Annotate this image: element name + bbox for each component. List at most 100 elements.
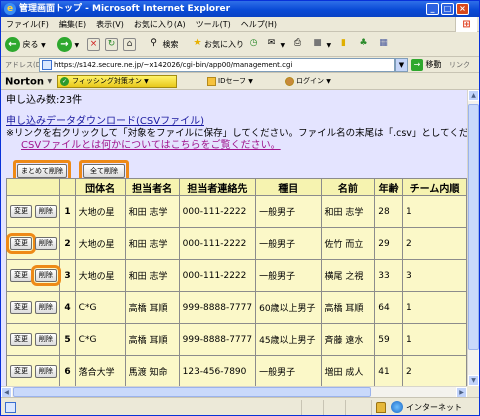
norton-logo[interactable]: Norton ▼	[5, 75, 52, 88]
contact-name-cell: 馬渡 知命	[124, 355, 180, 386]
history-button[interactable]: ◷	[247, 36, 260, 53]
discuss-button[interactable]: ▮	[337, 36, 350, 53]
edit-button[interactable]: 変更	[10, 205, 32, 218]
go-arrow-icon: →	[411, 58, 423, 71]
favorites-button[interactable]: ★ お気に入り	[191, 36, 244, 53]
menu-help[interactable]: ヘルプ(H)	[236, 17, 282, 32]
phone-cell: 999-8888-7777	[178, 323, 257, 356]
row-actions: 変更 削除	[5, 195, 61, 228]
order-cell: 1	[402, 195, 467, 228]
table-row: 変更 削除 6 落合大学 馬渡 知命 123-456-7890 一般男子 増田 …	[5, 355, 467, 386]
go-button[interactable]: → 移動	[411, 58, 442, 72]
application-count: 申し込み数:23件	[6, 95, 83, 106]
phishing-toggle[interactable]: ✓ フィッシング対策オン ▼	[57, 75, 177, 88]
phone-cell: 000-111-2222	[178, 259, 257, 292]
address-bar: アドレス(D) https://s142.secure.ne.jp/~x1420…	[1, 57, 479, 73]
research-button[interactable]: ▦	[377, 36, 390, 53]
age-cell: 59	[374, 323, 404, 356]
norton-dropdown-icon: ▼	[47, 78, 53, 85]
vertical-scrollbar[interactable]: ▲ ▼	[467, 90, 479, 386]
page-status-icon	[5, 402, 16, 413]
name-cell: 和田 志学	[320, 195, 376, 228]
horizontal-scrollbar[interactable]: ◀ ▶	[1, 386, 467, 398]
address-dropdown-icon[interactable]: ▼	[395, 58, 408, 72]
age-cell: 33	[374, 259, 404, 292]
edit-button[interactable]: ■ ▼	[311, 36, 331, 53]
maximize-button[interactable]: □	[441, 3, 454, 15]
stop-button[interactable]: ×	[87, 36, 100, 53]
name-cell: 増田 成人	[320, 355, 376, 386]
research-icon: ▦	[379, 38, 388, 48]
menu-file[interactable]: ファイル(F)	[1, 17, 54, 32]
toolbar: ← 戻る ▼ → ▼ × ↻ ⌂ ⚲ 検索 ★ お気に入り ◷ ✉ ▼ ⎙ ■ ▼…	[1, 32, 479, 57]
links-button[interactable]: リンク	[449, 58, 470, 72]
scroll-down-icon[interactable]: ▼	[468, 375, 479, 386]
name-cell: 佐竹 而立	[320, 227, 376, 260]
horizontal-scroll-thumb[interactable]	[13, 387, 371, 397]
edit-button[interactable]: 変更	[10, 269, 32, 282]
note-icon: ▮	[341, 38, 346, 48]
delete-button[interactable]: 削除	[34, 237, 57, 250]
print-button[interactable]: ⎙	[291, 36, 304, 53]
delete-button[interactable]: 削除	[34, 333, 57, 346]
delete-button[interactable]: 削除	[30, 265, 61, 286]
back-button[interactable]: ← 戻る ▼	[5, 36, 46, 53]
windows-logo-icon: ⊞	[455, 17, 477, 32]
browser-window: e 管理画面トップ - Microsoft Internet Explorer …	[0, 0, 480, 416]
edit-button[interactable]: 変更	[10, 365, 32, 378]
lock-icon	[376, 402, 386, 413]
minimize-button[interactable]: _	[426, 3, 439, 15]
age-cell: 64	[374, 291, 404, 324]
status-divider	[301, 400, 302, 415]
address-input[interactable]: https://s142.secure.ne.jp/~x142026/cgi-b…	[39, 58, 395, 72]
vertical-scroll-thumb[interactable]	[468, 104, 479, 350]
column-header: 担当者名	[124, 178, 180, 196]
row-number: 3	[59, 259, 76, 292]
row-number: 6	[59, 355, 76, 386]
scroll-up-icon[interactable]: ▲	[468, 90, 479, 101]
table-row: 変更 削除 4 C*G 高橋 耳順 999-8888-7777 60歳以上男子 …	[5, 291, 467, 324]
delete-button[interactable]: 削除	[34, 301, 57, 314]
edit-button[interactable]: 変更	[10, 301, 32, 314]
order-cell: 2	[402, 227, 467, 260]
delete-all-button[interactable]: 全て削除	[83, 164, 125, 178]
edit-button[interactable]: 変更	[10, 333, 32, 346]
menu-edit[interactable]: 編集(E)	[54, 17, 91, 32]
login-button[interactable]: ログイン ▼	[285, 76, 331, 87]
row-actions: 変更 削除	[5, 259, 61, 292]
column-header: 年齢	[374, 178, 404, 196]
column-header: チーム内順	[402, 178, 467, 196]
instruction-text: ※リンクを右クリックして「対象をファイルに保存」してください。ファイル名の末尾は…	[6, 128, 467, 139]
messenger-button[interactable]: ♣	[357, 36, 370, 53]
window-title: 管理画面トップ - Microsoft Internet Explorer	[19, 4, 231, 14]
scroll-corner	[467, 386, 479, 397]
menu-view[interactable]: 表示(V)	[91, 17, 129, 32]
forward-button[interactable]: → ▼	[57, 36, 79, 53]
csv-download-link[interactable]: 申し込みデータダウンロード(CSVファイル)	[6, 116, 204, 128]
menu-tools[interactable]: ツール(T)	[191, 17, 236, 32]
delete-button[interactable]: 削除	[34, 365, 57, 378]
norton-toolbar: Norton ▼ ✓ フィッシング対策オン ▼ IDセーフ ▼ ログイン ▼	[1, 73, 479, 90]
event-cell: 45歳以上男子	[255, 323, 322, 356]
order-cell: 1	[402, 323, 467, 356]
search-button[interactable]: ⚲ 検索	[147, 36, 178, 53]
age-cell: 28	[374, 195, 404, 228]
menu-favorites[interactable]: お気に入り(A)	[129, 17, 191, 32]
contact-name-cell: 和田 志学	[124, 259, 180, 292]
row-number: 2	[59, 227, 76, 260]
refresh-button[interactable]: ↻	[105, 36, 118, 53]
mail-button[interactable]: ✉ ▼	[265, 36, 285, 53]
idsafe-button[interactable]: IDセーフ ▼	[207, 76, 253, 87]
delete-button[interactable]: 削除	[34, 205, 57, 218]
home-button[interactable]: ⌂	[123, 36, 136, 53]
row-number: 1	[59, 195, 76, 228]
status-divider	[345, 400, 346, 415]
csv-help-link[interactable]: CSVファイルとは何かについてはこちらをご覧ください。	[21, 140, 281, 152]
bulk-delete-button[interactable]: まとめて削除	[17, 164, 67, 178]
org-cell: 大地の星	[74, 195, 126, 228]
mail-icon: ✉	[267, 38, 276, 48]
row-actions: 変更 削除	[5, 323, 61, 356]
close-button[interactable]: ×	[456, 3, 469, 15]
edit-button[interactable]: 変更	[6, 233, 36, 254]
org-cell: C*G	[74, 291, 126, 324]
